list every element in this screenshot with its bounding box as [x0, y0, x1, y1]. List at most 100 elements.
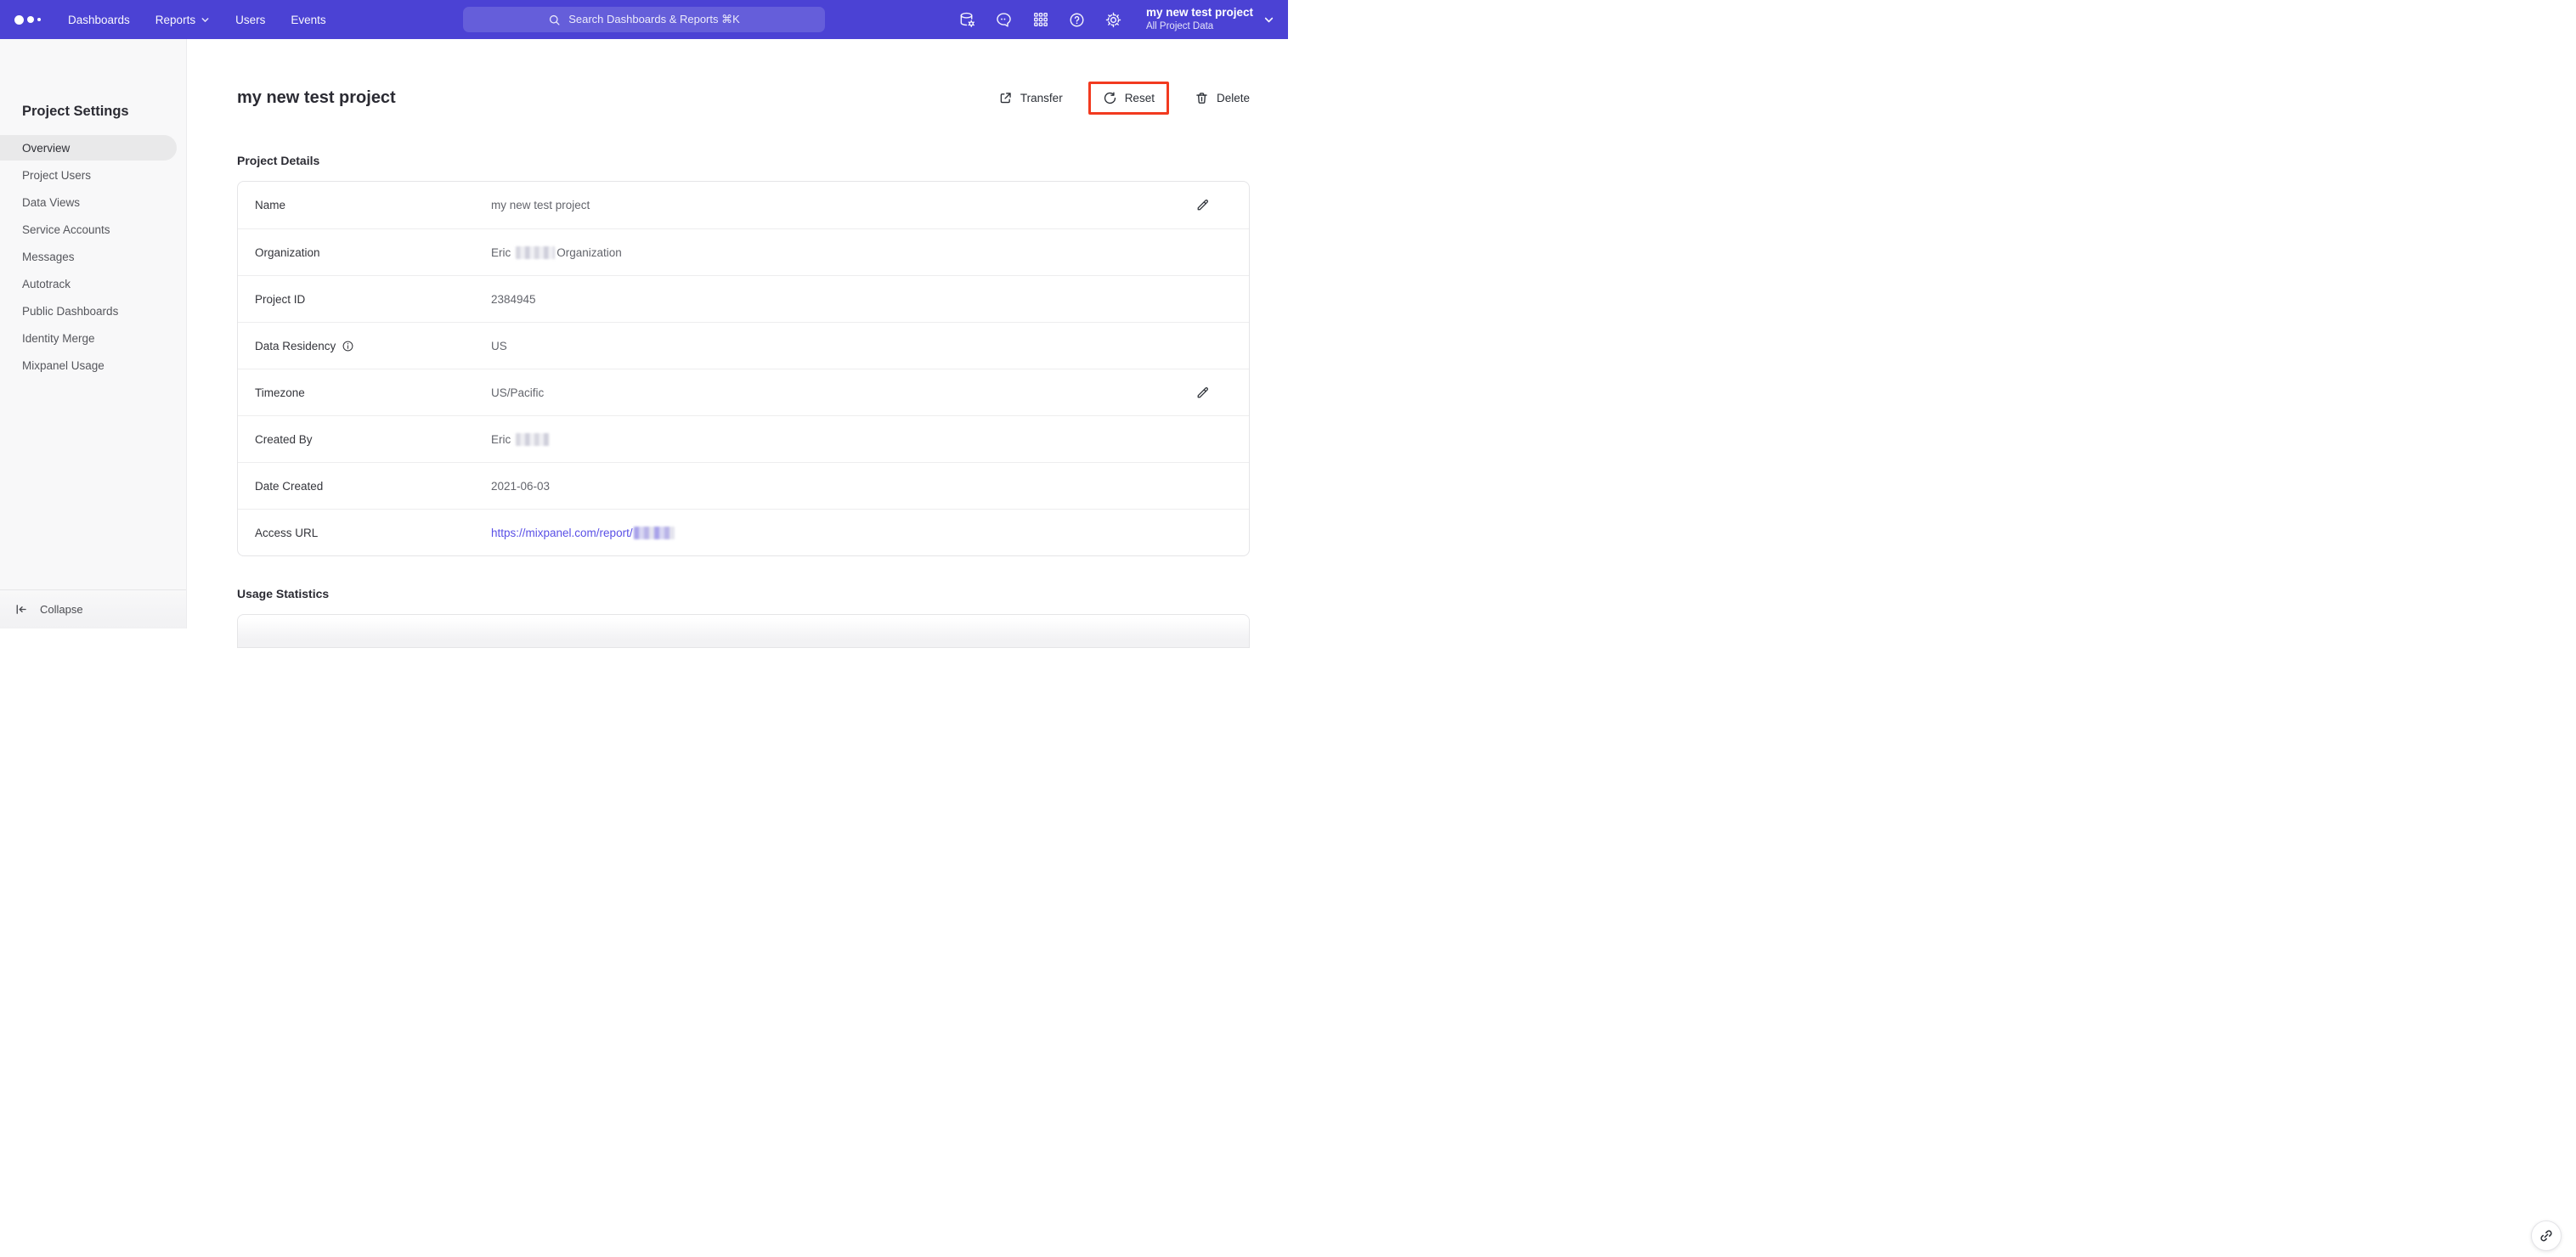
sidebar-item-public-dashboards[interactable]: Public Dashboards [0, 297, 186, 324]
value-prefix: Eric [491, 432, 511, 446]
settings-gear-icon[interactable] [1104, 10, 1123, 29]
nav-item-label: Users [235, 13, 266, 26]
primary-nav: Dashboards Reports Users Events [68, 14, 326, 26]
sidebar-item-label: Messages [22, 250, 75, 263]
detail-row-name: Name my new test project [238, 182, 1249, 228]
sidebar-item-mixpanel-usage[interactable]: Mixpanel Usage [0, 352, 186, 379]
row-value: Eric [491, 432, 551, 446]
transfer-icon [1000, 93, 1011, 104]
nav-item-events[interactable]: Events [291, 14, 325, 26]
info-icon[interactable] [342, 340, 354, 352]
nav-item-reports[interactable]: Reports [155, 14, 210, 26]
nav-item-label: Events [291, 13, 326, 26]
sidebar-collapse-button[interactable]: Collapse [0, 589, 186, 628]
row-label: Name [255, 199, 286, 211]
redacted-blur [516, 245, 556, 259]
usage-statistics-card [237, 614, 1250, 648]
top-navigation: Dashboards Reports Users Events Search D… [0, 0, 1288, 39]
search-icon [550, 14, 560, 25]
feedback-icon[interactable] [995, 10, 1014, 29]
row-value: US/Pacific [491, 386, 545, 399]
transfer-button[interactable]: Transfer [998, 91, 1063, 105]
row-label: Data Residency [255, 340, 491, 352]
chevron-down-icon [1264, 17, 1274, 22]
sidebar-item-label: Data Views [22, 195, 81, 209]
detail-row-data-residency: Data Residency US [238, 322, 1249, 369]
reset-button[interactable]: Reset [1103, 91, 1155, 105]
collapse-label: Collapse [40, 603, 83, 616]
pencil-icon [1197, 386, 1208, 397]
sidebar-item-label: Mixpanel Usage [22, 358, 105, 372]
detail-row-organization: Organization Eric Organization [238, 228, 1249, 275]
help-icon[interactable] [1068, 10, 1087, 29]
row-label: Created By [255, 432, 313, 446]
collapse-icon [16, 605, 26, 614]
row-label: Project ID [255, 292, 306, 306]
delete-button[interactable]: Delete [1195, 91, 1250, 105]
page-title: my new test project [237, 88, 396, 107]
search-placeholder: Search Dashboards & Reports ⌘K [568, 13, 740, 25]
current-project-scope: All Project Data [1145, 21, 1214, 32]
detail-row-created-by: Created By Eric [238, 415, 1249, 462]
sidebar-item-messages[interactable]: Messages [0, 243, 186, 270]
data-management-icon[interactable] [958, 10, 977, 29]
row-value: 2021-06-03 [491, 479, 551, 493]
detail-row-project-id: Project ID 2384945 [238, 275, 1249, 322]
row-label: Organization [255, 245, 320, 259]
sidebar-item-label: Overview [22, 141, 71, 155]
detail-row-timezone: Timezone US/Pacific [238, 369, 1249, 415]
edit-name-button[interactable] [1195, 198, 1232, 212]
sidebar-item-identity-merge[interactable]: Identity Merge [0, 324, 186, 352]
sidebar-item-label: Service Accounts [22, 223, 110, 236]
row-label: Timezone [255, 386, 305, 399]
pencil-icon [1197, 200, 1208, 211]
sidebar-item-project-users[interactable]: Project Users [0, 161, 186, 189]
mixpanel-logo-icon[interactable] [14, 14, 41, 25]
value-prefix: Eric [491, 245, 511, 259]
redacted-blur [633, 526, 675, 539]
sidebar-item-service-accounts[interactable]: Service Accounts [0, 216, 186, 243]
detail-row-date-created: Date Created 2021-06-03 [238, 462, 1249, 509]
apps-grid-icon[interactable] [1031, 10, 1050, 29]
link-icon [2540, 1230, 2552, 1242]
transfer-label: Transfer [1020, 92, 1063, 104]
project-switcher[interactable]: my new test project All Project Data [1146, 6, 1274, 32]
trash-icon [1196, 93, 1207, 104]
settings-sidebar: Project Settings Overview Project Users … [0, 39, 187, 628]
sidebar-item-label: Autotrack [22, 277, 71, 290]
nav-item-dashboards[interactable]: Dashboards [68, 14, 130, 26]
nav-item-label: Dashboards [68, 13, 130, 26]
usage-statistics-heading: Usage Statistics [237, 587, 330, 600]
reset-highlight-annotation: Reset [1087, 82, 1169, 115]
project-details-heading: Project Details [237, 154, 320, 167]
reset-icon [1104, 92, 1116, 104]
sidebar-title: Project Settings [22, 104, 129, 119]
chevron-down-icon [201, 17, 209, 22]
nav-item-label: Reports [155, 13, 196, 26]
share-link-fab[interactable] [2531, 1220, 2562, 1251]
edit-timezone-button[interactable] [1195, 386, 1232, 400]
row-value: Eric Organization [491, 245, 622, 259]
row-label: Access URL [255, 526, 319, 539]
value-suffix: Organization [556, 245, 622, 259]
project-actions: Transfer Reset Delete [998, 82, 1250, 115]
sidebar-item-data-views[interactable]: Data Views [0, 189, 186, 216]
global-search-input[interactable]: Search Dashboards & Reports ⌘K [463, 7, 825, 32]
delete-label: Delete [1216, 92, 1250, 104]
row-label: Date Created [255, 479, 324, 493]
access-url-link[interactable]: https://mixpanel.com/report/ [491, 526, 676, 539]
nav-item-users[interactable]: Users [235, 14, 265, 26]
reset-label: Reset [1124, 92, 1155, 104]
project-details-card: Name my new test project Organization Er… [237, 181, 1250, 556]
link-text: https://mixpanel.com/report/ [491, 526, 633, 539]
sidebar-item-autotrack[interactable]: Autotrack [0, 270, 186, 297]
sidebar-item-label: Public Dashboards [22, 304, 119, 318]
sidebar-item-label: Identity Merge [22, 331, 95, 345]
current-project-name: my new test project [1145, 6, 1253, 20]
main-content: my new test project Transfer Reset Delet… [187, 39, 1288, 648]
row-value: US [491, 339, 507, 352]
row-label-text: Data Residency [255, 339, 336, 352]
nav-right-cluster: my new test project All Project Data [958, 6, 1274, 32]
sidebar-nav: Overview Project Users Data Views Servic… [0, 135, 186, 379]
sidebar-item-overview[interactable]: Overview [0, 135, 177, 161]
